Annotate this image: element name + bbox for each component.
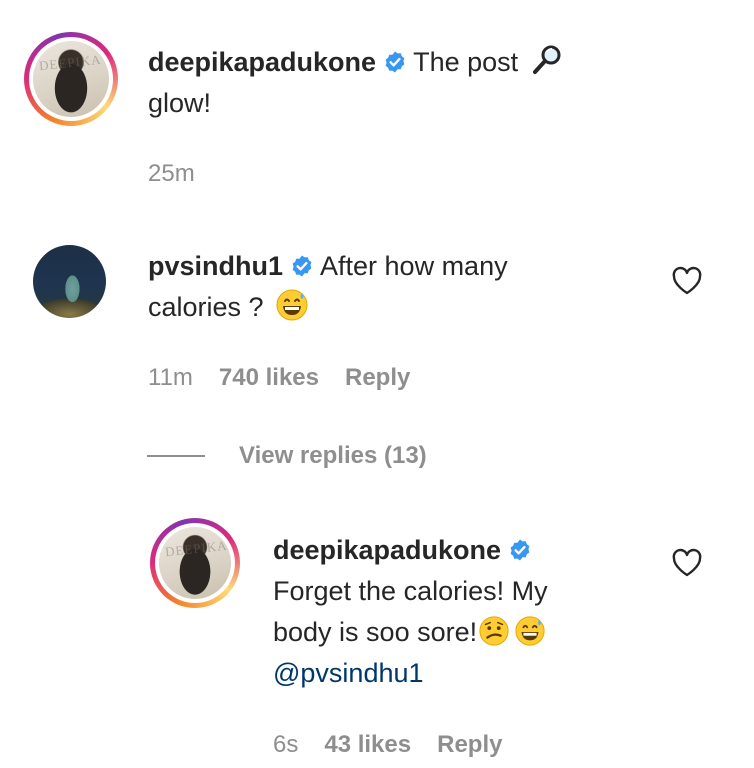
reply-text: deepikapadukone Forget the calories! My …	[273, 530, 673, 694]
reply-line-2: body is soo sore!	[273, 617, 478, 647]
grinning-sweat-emoji-icon	[515, 616, 545, 646]
comment-2-time[interactable]: 11m	[148, 364, 193, 391]
avatar-watermark: DEEPIKA	[38, 51, 103, 74]
comment-2-likes[interactable]: 740 likes	[219, 364, 319, 391]
avatar-watermark: DEEPIKA	[164, 537, 229, 560]
like-heart-icon-reply[interactable]	[671, 548, 703, 578]
reply-meta: 6s 43 likes Reply	[273, 731, 528, 759]
comment-2-body: After how many	[320, 251, 508, 281]
like-heart-icon[interactable]	[671, 266, 703, 296]
view-replies-label: View replies (13)	[239, 442, 427, 469]
verified-badge-icon	[510, 539, 530, 561]
comment-1-body: The post	[413, 47, 519, 77]
comment-2-meta: 11m 740 likes Reply	[148, 364, 436, 392]
reply-line-1: Forget the calories! My	[273, 576, 548, 606]
comment-2-reply-button[interactable]: Reply	[345, 364, 410, 391]
avatar-pvsindhu1[interactable]	[33, 245, 106, 318]
view-replies-divider	[147, 455, 205, 457]
confused-face-emoji-icon	[479, 616, 509, 646]
mention-link-pvsindhu1[interactable]: @pvsindhu1	[273, 658, 424, 688]
verified-badge-icon	[292, 255, 312, 277]
username-deepikapadukone-reply[interactable]: deepikapadukone	[273, 535, 501, 565]
reply-reply-button[interactable]: Reply	[437, 731, 502, 758]
view-replies-button[interactable]: View replies (13)	[147, 438, 427, 474]
grinning-sweat-emoji-icon	[276, 289, 308, 321]
verified-badge-icon	[385, 51, 405, 73]
avatar-deepikapadukone[interactable]: DEEPIKA	[24, 32, 118, 126]
reply-time[interactable]: 6s	[273, 731, 298, 758]
comment-2-text: pvsindhu1 After how many calories ?	[148, 246, 668, 328]
avatar-deepikapadukone-reply[interactable]: DEEPIKA	[150, 518, 240, 608]
comment-1-body-cont: glow!	[148, 88, 212, 118]
comment-1-time[interactable]: 25m	[148, 160, 195, 187]
username-deepikapadukone[interactable]: deepikapadukone	[148, 47, 376, 77]
username-pvsindhu1[interactable]: pvsindhu1	[148, 251, 283, 281]
comment-2-body-cont: calories ?	[148, 292, 264, 322]
comment-1-meta: 25m	[148, 160, 221, 188]
magnifying-glass-icon	[532, 45, 561, 74]
comment-1-text: deepikapadukone The post glow!	[148, 42, 668, 124]
reply-likes[interactable]: 43 likes	[324, 731, 411, 758]
